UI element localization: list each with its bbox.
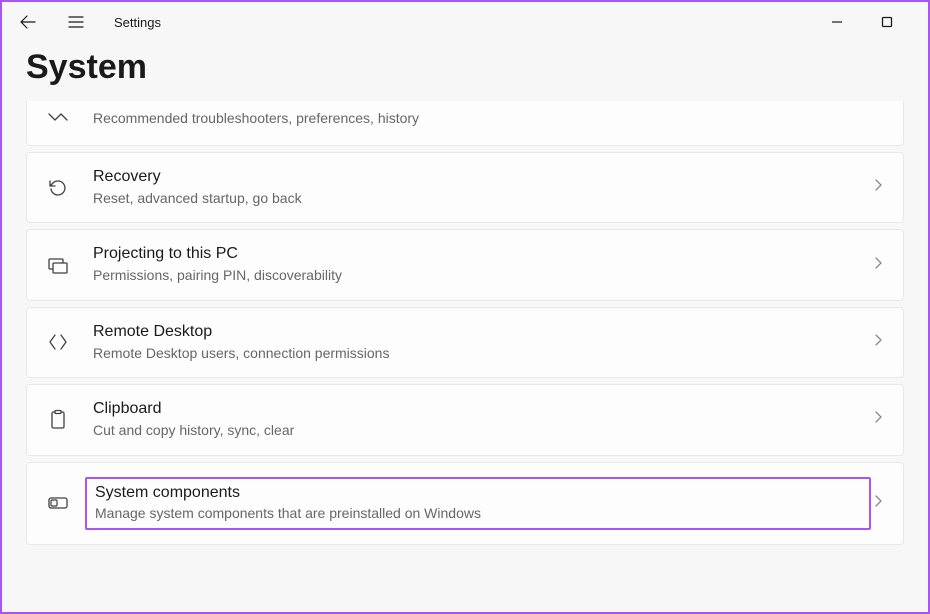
- remote-desktop-icon: [45, 329, 71, 355]
- item-title: Clipboard: [93, 399, 871, 420]
- item-text: Recommended troubleshooters, preferences…: [93, 108, 885, 129]
- page-title: System: [2, 42, 928, 101]
- projecting-icon: [45, 252, 71, 278]
- item-title: System components: [95, 483, 861, 504]
- item-text: Projecting to this PC Permissions, pairi…: [93, 244, 871, 285]
- chevron-right-icon: [871, 333, 885, 352]
- maximize-button[interactable]: [872, 7, 902, 37]
- item-title: Recovery: [93, 167, 871, 188]
- system-components-icon: [45, 490, 71, 516]
- item-text: Remote Desktop Remote Desktop users, con…: [93, 322, 871, 363]
- settings-item-recovery[interactable]: Recovery Reset, advanced startup, go bac…: [26, 152, 904, 223]
- maximize-icon: [881, 16, 893, 28]
- chevron-right-icon: [871, 410, 885, 429]
- settings-list: Recommended troubleshooters, preferences…: [2, 101, 928, 545]
- chevron-right-icon: [871, 178, 885, 197]
- settings-item-remote-desktop[interactable]: Remote Desktop Remote Desktop users, con…: [26, 307, 904, 378]
- chevron-right-icon: [871, 494, 885, 513]
- menu-button[interactable]: [58, 4, 94, 40]
- item-desc: Manage system components that are preins…: [95, 504, 861, 524]
- recovery-icon: [45, 175, 71, 201]
- back-button[interactable]: [10, 4, 46, 40]
- chevron-right-icon: [871, 256, 885, 275]
- settings-item-troubleshoot[interactable]: Recommended troubleshooters, preferences…: [26, 101, 904, 146]
- settings-item-clipboard[interactable]: Clipboard Cut and copy history, sync, cl…: [26, 384, 904, 455]
- item-title: Remote Desktop: [93, 322, 871, 343]
- item-text-highlighted: System components Manage system componen…: [85, 477, 871, 530]
- settings-item-projecting[interactable]: Projecting to this PC Permissions, pairi…: [26, 229, 904, 300]
- troubleshoot-icon: [45, 105, 71, 131]
- minimize-icon: [831, 16, 843, 28]
- back-arrow-icon: [20, 14, 36, 30]
- item-text: Recovery Reset, advanced startup, go bac…: [93, 167, 871, 208]
- clipboard-icon: [45, 407, 71, 433]
- item-desc: Cut and copy history, sync, clear: [93, 421, 871, 441]
- item-desc: Recommended troubleshooters, preferences…: [93, 109, 885, 129]
- titlebar: Settings: [2, 2, 928, 42]
- window-controls: [822, 7, 920, 37]
- app-title: Settings: [114, 15, 161, 30]
- minimize-button[interactable]: [822, 7, 852, 37]
- item-desc: Reset, advanced startup, go back: [93, 189, 871, 209]
- item-text: Clipboard Cut and copy history, sync, cl…: [93, 399, 871, 440]
- titlebar-left: Settings: [10, 4, 161, 40]
- item-title: Projecting to this PC: [93, 244, 871, 265]
- settings-item-system-components[interactable]: System components Manage system componen…: [26, 462, 904, 545]
- item-desc: Remote Desktop users, connection permiss…: [93, 344, 871, 364]
- item-desc: Permissions, pairing PIN, discoverabilit…: [93, 266, 871, 286]
- hamburger-icon: [68, 14, 84, 30]
